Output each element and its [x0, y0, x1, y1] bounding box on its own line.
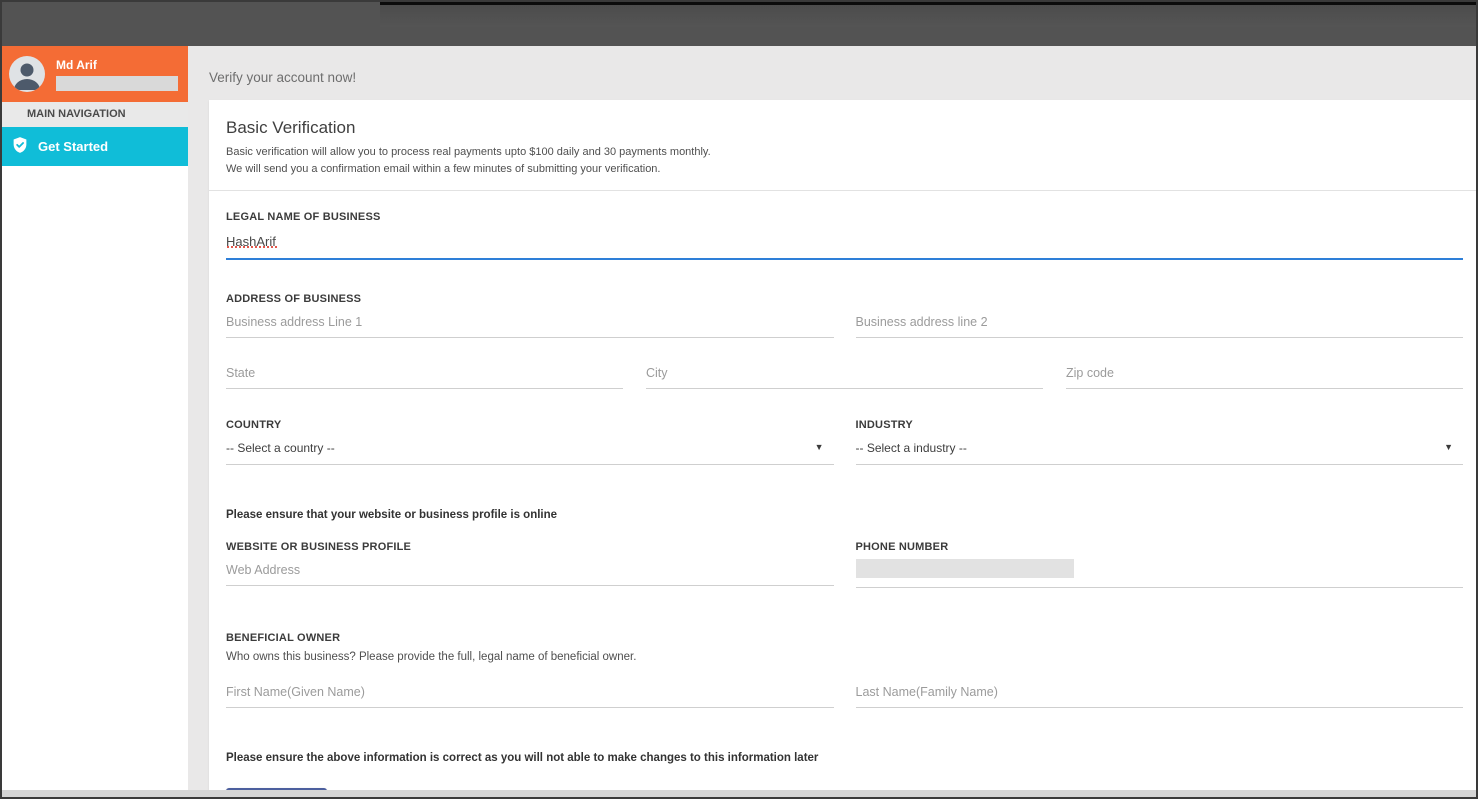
sidebar-item-get-started[interactable]: Get Started — [2, 127, 188, 166]
sidebar-section-header: MAIN NAVIGATION — [2, 102, 188, 127]
final-warning-note: Please ensure the above information is c… — [226, 752, 1463, 764]
user-name: Md Arif — [56, 58, 178, 72]
last-name-input[interactable] — [856, 685, 1464, 708]
app-window: Md Arif MAIN NAVIGATION Get Started Veri… — [0, 0, 1478, 799]
address-label: ADDRESS OF BUSINESS — [226, 293, 1463, 305]
phone-redacted-overlay — [856, 559, 1074, 578]
shield-check-icon — [11, 136, 29, 157]
page-title: Basic Verification — [226, 118, 1459, 138]
industry-label: INDUSTRY — [856, 419, 1464, 431]
country-label: COUNTRY — [226, 419, 834, 431]
industry-select[interactable]: -- Select a industry -- ▼ — [856, 441, 1464, 465]
phone-label: PHONE NUMBER — [856, 541, 1464, 553]
card-subtitle-line1: Basic verification will allow you to pro… — [226, 145, 1459, 160]
legal-name-label: LEGAL NAME OF BUSINESS — [226, 211, 1463, 223]
website-online-note: Please ensure that your website or busin… — [226, 509, 1463, 521]
sidebar-item-label: Get Started — [38, 139, 108, 154]
user-avatar-icon — [9, 56, 45, 92]
website-input[interactable] — [226, 563, 834, 586]
sidebar: Md Arif MAIN NAVIGATION Get Started — [2, 46, 188, 790]
beneficial-owner-description: Who owns this business? Please provide t… — [226, 651, 1463, 663]
chevron-down-icon: ▼ — [815, 443, 824, 452]
country-select[interactable]: -- Select a country -- ▼ — [226, 441, 834, 465]
first-name-input[interactable] — [226, 685, 834, 708]
top-bar — [2, 2, 1476, 46]
zip-code-input[interactable] — [1066, 366, 1463, 389]
country-selected-value: -- Select a country -- — [226, 441, 335, 455]
verification-form: LEGAL NAME OF BUSINESS ADDRESS OF BUSINE… — [209, 211, 1476, 790]
website-label: WEBSITE OR BUSINESS PROFILE — [226, 541, 834, 553]
state-input[interactable] — [226, 366, 623, 389]
card-subtitle-line2: We will send you a confirmation email wi… — [226, 162, 1459, 177]
profile-info: Md Arif — [56, 58, 178, 91]
legal-name-input[interactable] — [226, 234, 1463, 260]
chevron-down-icon: ▼ — [1444, 443, 1453, 452]
main-layout: Md Arif MAIN NAVIGATION Get Started Veri… — [2, 46, 1476, 790]
industry-selected-value: -- Select a industry -- — [856, 441, 967, 455]
card-header: Basic Verification Basic verification wi… — [209, 100, 1476, 178]
card-divider — [209, 190, 1476, 191]
city-input[interactable] — [646, 366, 1043, 389]
user-email-redacted — [56, 76, 178, 91]
main-content: Verify your account now! Basic Verificat… — [188, 46, 1476, 790]
verification-card: Basic Verification Basic verification wi… — [209, 100, 1476, 790]
sidebar-empty-area — [2, 166, 188, 790]
beneficial-owner-label: BENEFICIAL OWNER — [226, 632, 1463, 644]
bottom-window-strip — [2, 790, 1476, 797]
address-line1-input[interactable] — [226, 315, 834, 338]
user-profile-panel: Md Arif — [2, 46, 188, 102]
address-line2-input[interactable] — [856, 315, 1464, 338]
topbar-shade — [380, 5, 1476, 27]
verify-banner: Verify your account now! — [188, 46, 1476, 100]
